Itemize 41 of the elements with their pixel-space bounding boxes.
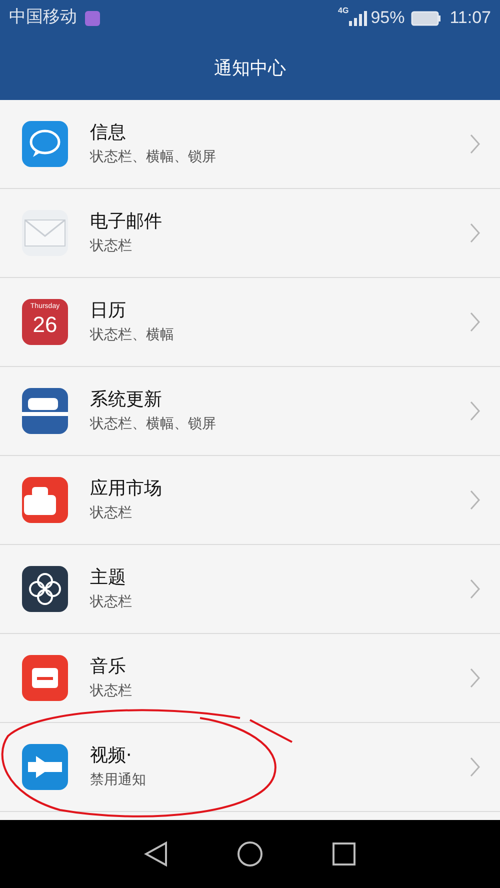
app-name: 应用市场 bbox=[90, 477, 163, 501]
notification-setting: 状态栏 bbox=[90, 504, 133, 523]
app-name: 视频· bbox=[90, 744, 133, 768]
update-icon bbox=[22, 388, 68, 434]
signal-icon bbox=[348, 10, 367, 26]
app-name: 日历 bbox=[90, 299, 127, 323]
chevron-icon bbox=[470, 579, 480, 599]
app-name: 系统更新 bbox=[90, 388, 163, 412]
battery-percent: 95% bbox=[370, 7, 405, 30]
battery-icon bbox=[410, 10, 441, 26]
app-name: 电子邮件 bbox=[90, 210, 163, 234]
chevron-icon bbox=[470, 134, 480, 154]
home-icon[interactable] bbox=[236, 841, 263, 867]
envelope-icon bbox=[22, 210, 68, 256]
network-type: 4G bbox=[338, 5, 349, 17]
carrier-name: 中国移动 bbox=[9, 6, 77, 30]
app-name: 信息 bbox=[90, 121, 127, 145]
image-icon bbox=[85, 10, 100, 26]
store-icon bbox=[22, 477, 68, 523]
music-icon bbox=[22, 655, 68, 701]
chevron-icon bbox=[470, 223, 480, 243]
notification-setting: 禁用通知 bbox=[90, 771, 147, 790]
chevron-icon bbox=[470, 668, 480, 688]
notification-setting: 状态栏 bbox=[90, 237, 133, 256]
notification-setting: 状态栏、横幅、锁屏 bbox=[90, 148, 217, 167]
page-title: 通知中心 bbox=[214, 56, 286, 80]
notification-setting: 状态栏 bbox=[90, 682, 133, 701]
recents-icon[interactable] bbox=[332, 842, 356, 866]
clock: 11:07 bbox=[450, 7, 491, 30]
chevron-icon bbox=[470, 401, 480, 421]
app-name: 主题 bbox=[90, 566, 127, 590]
chevron-icon bbox=[470, 757, 480, 777]
chat-bubble-icon bbox=[22, 121, 68, 167]
chevron-icon bbox=[470, 490, 480, 510]
notification-setting: 状态栏 bbox=[90, 593, 133, 612]
chevron-icon bbox=[470, 312, 480, 332]
app-name: 音乐 bbox=[90, 655, 127, 679]
back-icon[interactable] bbox=[144, 841, 168, 867]
notification-setting: 状态栏、横幅、锁屏 bbox=[90, 415, 217, 434]
notification-setting: 状态栏、横幅 bbox=[90, 326, 175, 345]
flower-icon bbox=[22, 566, 68, 612]
